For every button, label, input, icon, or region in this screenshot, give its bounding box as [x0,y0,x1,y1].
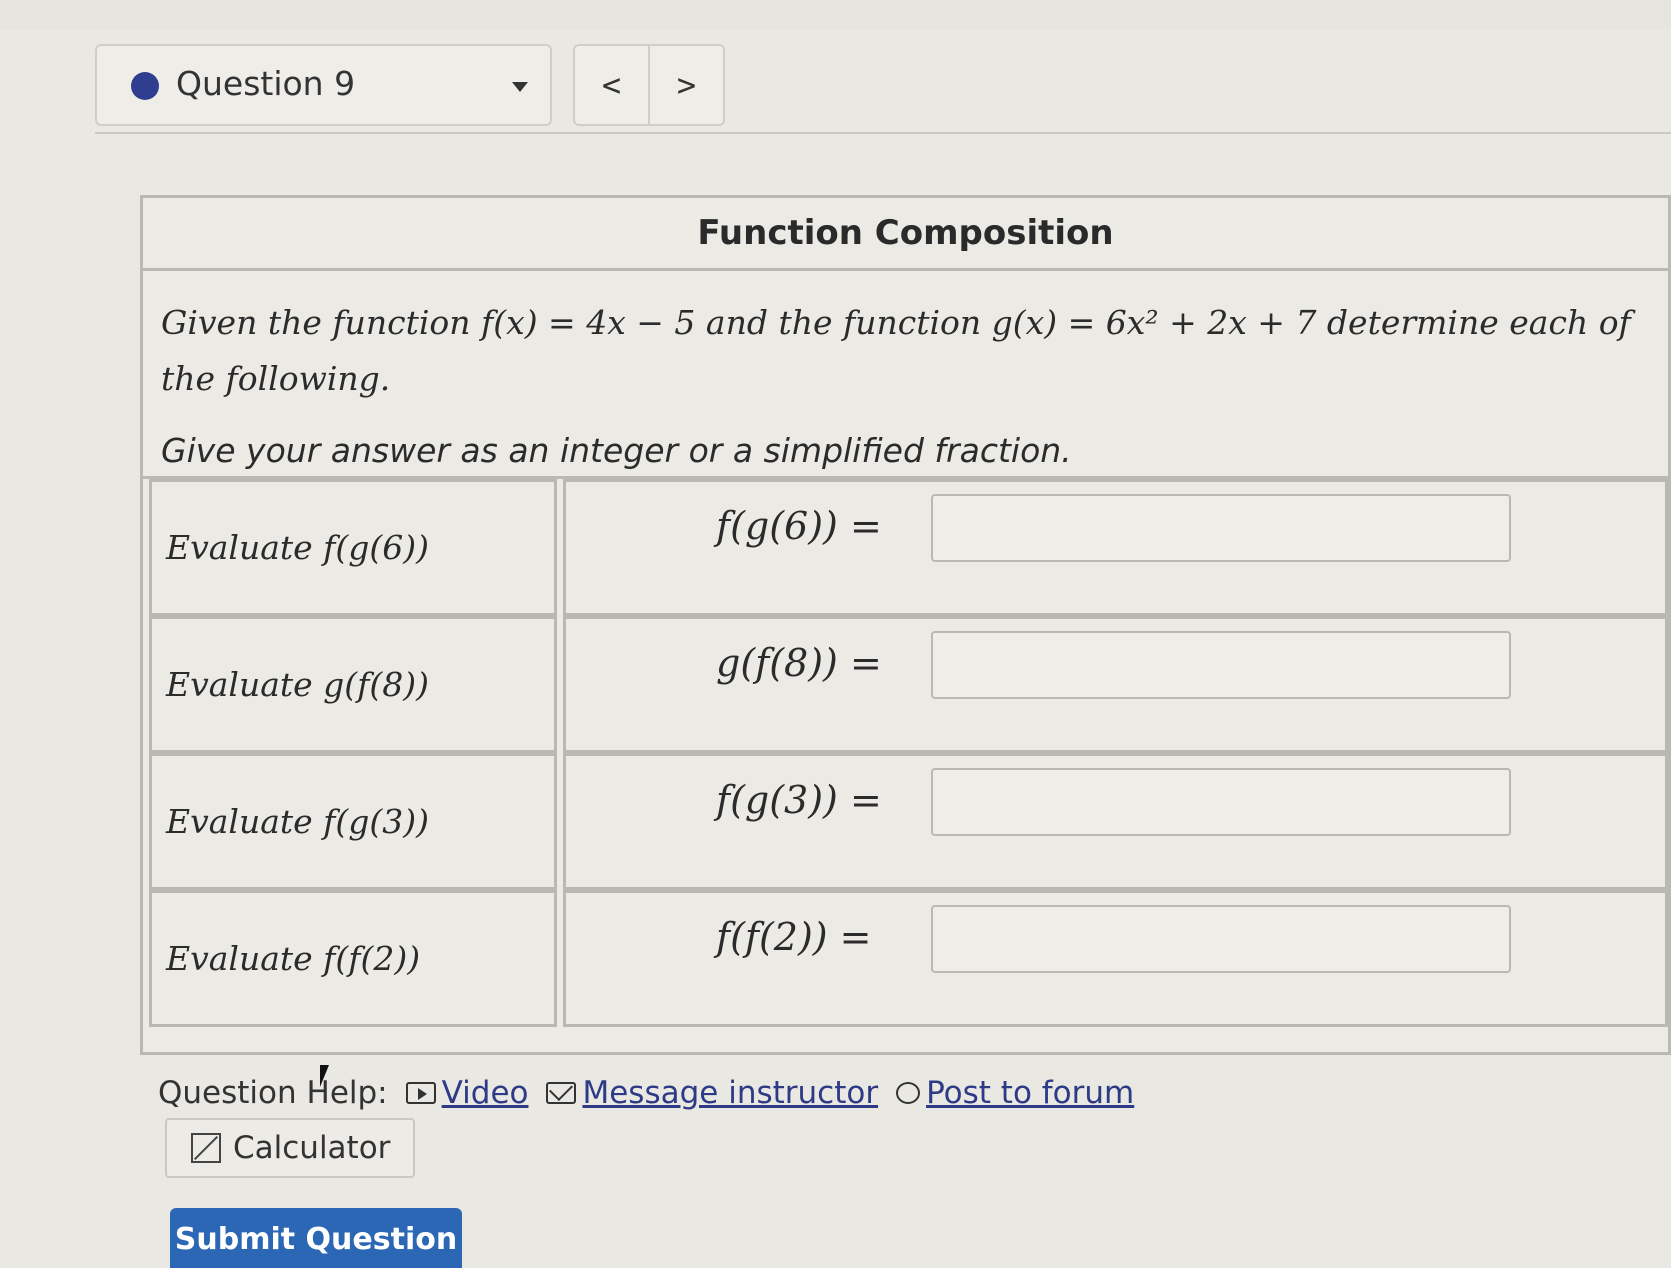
mouse-cursor-icon [320,1065,338,1087]
question-help: Question Help: Video Message instructor … [158,1075,1134,1111]
answer-input-4[interactable] [931,905,1511,973]
question-label: Question 9 [176,64,356,103]
calculator-button[interactable]: Calculator [165,1118,415,1178]
mail-icon [546,1082,577,1104]
caret-down-icon [512,82,528,92]
question-help-label: Question Help: [158,1075,388,1111]
row-answer-cell: g(f(8)) = [563,616,1668,753]
answer-input-1[interactable] [931,494,1511,562]
video-link[interactable]: Video [405,1075,529,1111]
row-expression: f(g(3)) = [716,778,882,822]
question-selector[interactable]: Question 9 [95,44,552,126]
table-row: Evaluate f(f(2)) f(f(2)) = [149,890,1668,1027]
calculator-icon [191,1133,221,1163]
calculator-label: Calculator [233,1130,391,1166]
row-expression: f(g(6)) = [716,504,882,548]
divider [95,132,1671,134]
row-answer-cell: f(g(6)) = [563,479,1668,616]
instruction-text: Give your answer as an integer or a simp… [161,431,1072,470]
post-to-forum-link[interactable]: Post to forum [896,1075,1134,1111]
question-card: Function Composition Given the function … [140,195,1671,1055]
row-expression: f(f(2)) = [716,915,872,959]
card-title: Function Composition [143,198,1668,271]
table-row: Evaluate f(g(6)) f(g(6)) = [149,479,1668,616]
submit-question-button[interactable]: Submit Question [170,1208,462,1268]
next-question-button[interactable]: > [648,46,723,124]
row-answer-cell: f(f(2)) = [563,890,1668,1027]
row-prompt: Evaluate f(g(3)) [149,753,557,890]
answer-input-2[interactable] [931,631,1511,699]
question-status-dot [131,72,159,100]
question-nav: < > [573,44,725,126]
card-intro: Given the function f(x) = 4x − 5 and the… [143,271,1668,479]
message-link-label: Message instructor [582,1075,879,1111]
message-instructor-link[interactable]: Message instructor [546,1075,878,1111]
prev-question-button[interactable]: < [575,46,648,124]
row-prompt: Evaluate f(g(6)) [149,479,557,616]
answer-rows: Evaluate f(g(6)) f(g(6)) = Evaluate g(f(… [143,479,1668,1027]
top-bar [0,0,1671,30]
row-expression: g(f(8)) = [716,641,882,685]
intro-text: Given the function f(x) = 4x − 5 and the… [161,303,1631,398]
video-link-label: Video [441,1075,529,1111]
video-icon [405,1082,436,1104]
answer-input-3[interactable] [931,768,1511,836]
row-prompt: Evaluate g(f(8)) [149,616,557,753]
table-row: Evaluate g(f(8)) g(f(8)) = [149,616,1668,753]
table-row: Evaluate f(g(3)) f(g(3)) = [149,753,1668,890]
row-answer-cell: f(g(3)) = [563,753,1668,890]
forum-link-label: Post to forum [926,1075,1135,1111]
chat-bubble-icon [896,1082,921,1104]
row-prompt: Evaluate f(f(2)) [149,890,557,1027]
